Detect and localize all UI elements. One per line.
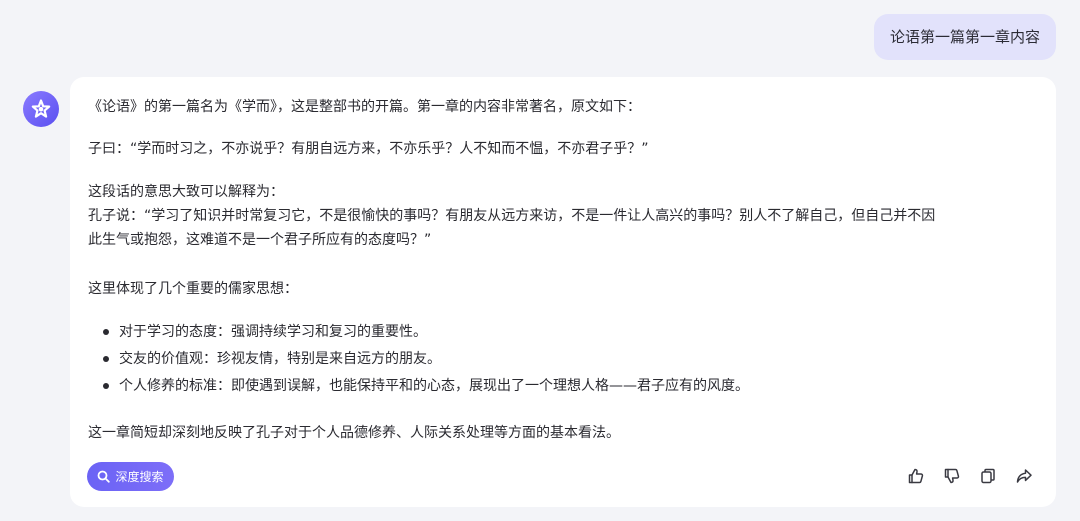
deep-search-label: 深度搜索 xyxy=(115,470,164,484)
deep-search-button[interactable]: 深度搜索 xyxy=(87,462,174,491)
list-item-text: 对于学习的态度：强调持续学习和复习的重要性。 xyxy=(119,324,427,340)
thumbs-down-icon xyxy=(943,467,961,485)
list-item: 对于学习的态度：强调持续学习和复习的重要性。 xyxy=(88,320,749,347)
response-paragraph: 这里体现了几个重要的儒家思想： xyxy=(88,281,298,297)
assistant-logo-icon xyxy=(30,98,52,120)
response-paragraph: 这段话的意思大致可以解释为： xyxy=(88,184,284,200)
like-button[interactable] xyxy=(906,466,926,486)
search-icon xyxy=(97,470,111,483)
copy-button[interactable] xyxy=(978,466,998,486)
response-bullet-list: 对于学习的态度：强调持续学习和复习的重要性。 交友的价值观：珍视友情，特别是来自… xyxy=(88,320,749,401)
bullet-dot xyxy=(103,383,109,389)
response-quote: 子曰：“学而时习之，不亦说乎？有朋自远方来，不亦乐乎？人不知而不愠，不亦君子乎？… xyxy=(88,141,649,157)
response-paragraph: 《论语》的第一篇名为《学而》，这是整部书的开篇。第一章的内容非常著名，原文如下： xyxy=(88,99,641,115)
assistant-avatar xyxy=(23,91,59,127)
list-item: 个人修养的标准：即使遇到误解，也能保持平和的心态，展现出了一个理想人格——君子应… xyxy=(88,374,749,401)
list-item-text: 交友的价值观：珍视友情，特别是来自远方的朋友。 xyxy=(119,351,441,367)
share-button[interactable] xyxy=(1014,466,1034,486)
response-paragraph: 孔子说：“学习了知识并时常复习它，不是很愉快的事吗？有朋友从远方来访，不是一件让… xyxy=(88,208,936,224)
dislike-button[interactable] xyxy=(942,466,962,486)
list-item: 交友的价值观：珍视友情，特别是来自远方的朋友。 xyxy=(88,347,749,374)
copy-icon xyxy=(979,467,997,485)
share-icon xyxy=(1015,467,1033,485)
bullet-dot xyxy=(103,356,109,362)
user-message-bubble: 论语第一篇第一章内容 xyxy=(873,14,1056,60)
response-paragraph: 这一章简短却深刻地反映了孔子对于个人品德修养、人际关系处理等方面的基本看法。 xyxy=(88,425,620,441)
assistant-response-card: 《论语》的第一篇名为《学而》，这是整部书的开篇。第一章的内容非常著名，原文如下：… xyxy=(70,77,1056,507)
response-paragraph: 此生气或抱怨，这难道不是一个君子所应有的态度吗？” xyxy=(88,232,432,248)
list-item-text: 个人修养的标准：即使遇到误解，也能保持平和的心态，展现出了一个理想人格——君子应… xyxy=(119,378,749,394)
bullet-dot xyxy=(103,329,109,335)
response-actions xyxy=(906,466,1034,486)
thumbs-up-icon xyxy=(907,467,925,485)
